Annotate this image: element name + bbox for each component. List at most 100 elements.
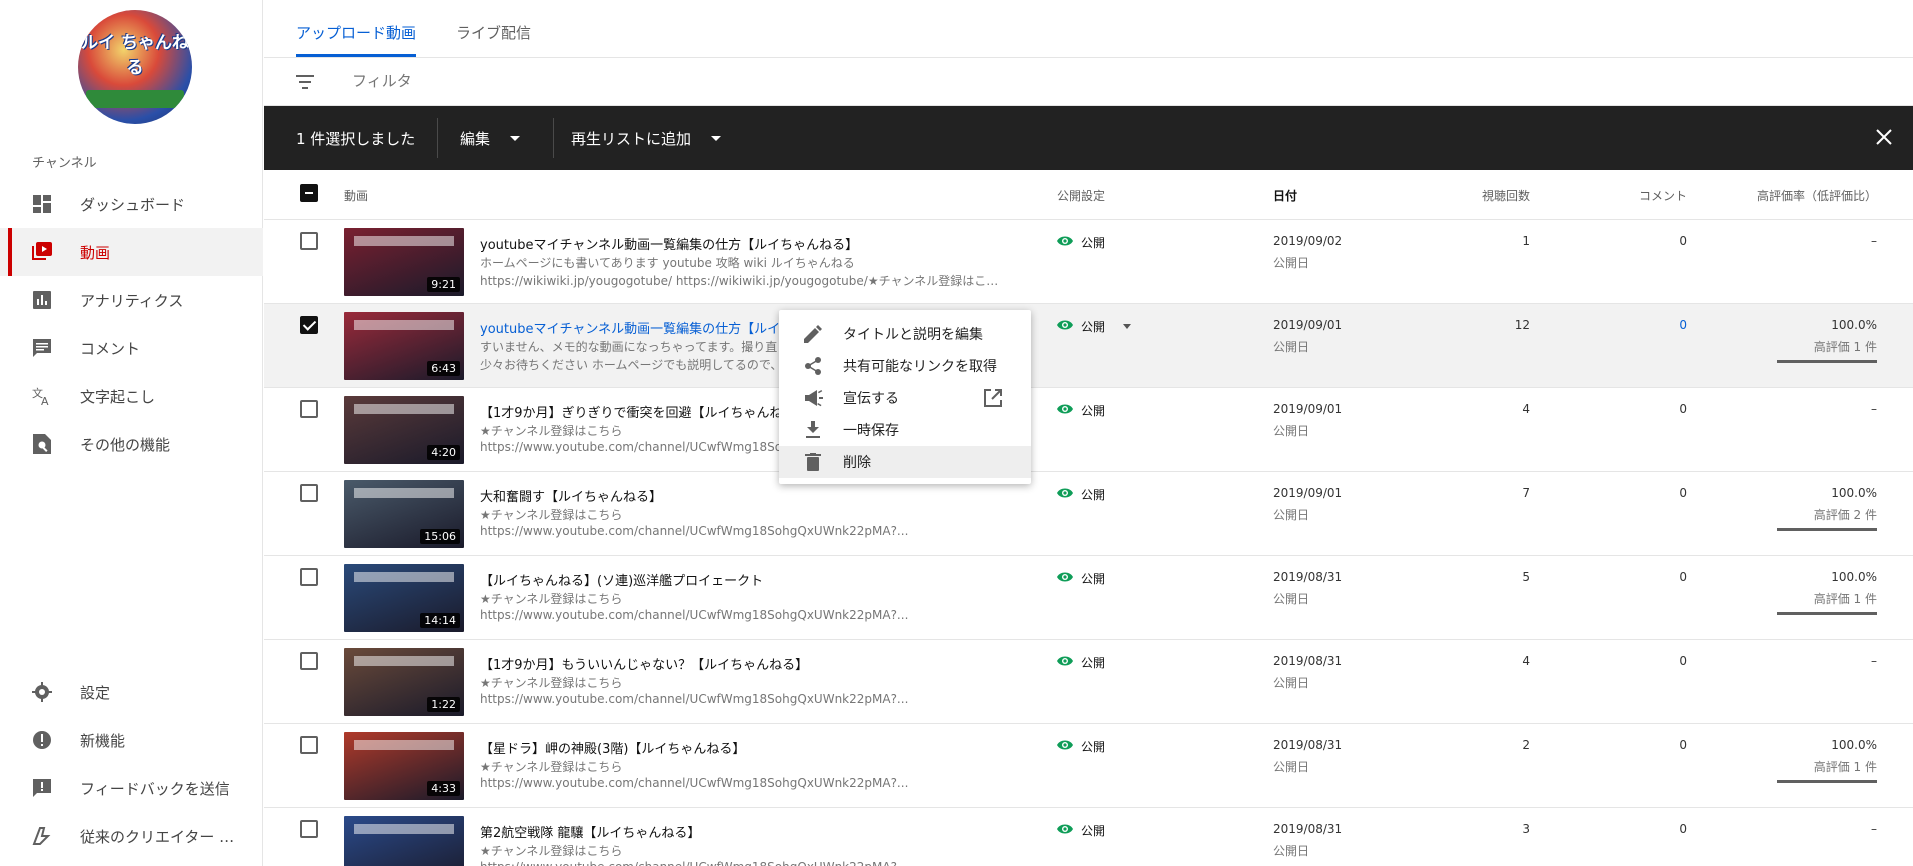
view-count: 1 — [1522, 234, 1530, 248]
menu-items: タイトルと説明を編集 共有可能なリンクを取得 宣伝する 一時保存 削除 — [779, 318, 1031, 478]
sidebar-item-2[interactable]: アナリティクス — [0, 276, 263, 324]
sidebar-bottom-item-3[interactable]: 従来のクリエイター … — [0, 812, 263, 860]
menu-item-2[interactable]: 宣伝する — [779, 382, 1031, 414]
share-icon — [803, 357, 823, 375]
video-title[interactable]: 【1才9か月】ぎりぎりで衝突を回避【ルイちゃんね — [480, 402, 783, 421]
select-all-checkbox[interactable] — [300, 184, 318, 202]
like-ratio-bar-fill — [1777, 780, 1877, 783]
video-thumbnail[interactable]: 15:06 — [344, 480, 464, 548]
table-row[interactable]: 15:06 大和奮闘す【ルイちゃんねる】 ★チャンネル登録はこちら https://w… — [264, 472, 1913, 556]
table-row[interactable]: 4:20 【1才9か月】ぎりぎりで衝突を回避【ルイちゃんね ★チャンネル登録はこちら… — [264, 388, 1913, 472]
table-row[interactable]: 1:22 【1才9か月】もういいんじゃない？【ルイちゃんねる】 ★チャンネル登録はこ… — [264, 640, 1913, 724]
video-thumbnail[interactable] — [344, 816, 464, 866]
video-thumbnail[interactable]: 4:20 — [344, 396, 464, 464]
sidebar-item-4[interactable]: 文 A 文字起こし — [0, 372, 263, 420]
close-icon[interactable] — [1875, 128, 1893, 150]
row-checkbox[interactable] — [300, 316, 318, 334]
table-row[interactable]: 14:14 【ルイちゃんねる】(ソ連)巡洋艦プロイェークト ★チャンネル登録はこちら… — [264, 556, 1913, 640]
sidebar-section-label: チャンネル — [32, 156, 97, 171]
edit-dropdown[interactable]: 編集 — [460, 128, 521, 149]
sidebar-bottom-item-0[interactable]: 設定 — [0, 668, 263, 716]
video-title[interactable]: 【ルイちゃんねる】(ソ連)巡洋艦プロイェークト — [480, 570, 763, 589]
row-checkbox[interactable] — [300, 820, 318, 838]
comment-count: 0 — [1679, 486, 1687, 500]
sidebar-bottom-item-1[interactable]: 新機能 — [0, 716, 263, 764]
visibility-setting[interactable]: 公開 — [1057, 402, 1105, 419]
video-description: ★チャンネル登録はこちら — [480, 760, 623, 774]
sidebar-item-1[interactable]: 動画 — [0, 228, 263, 276]
video-thumbnail[interactable]: 1:22 — [344, 648, 464, 716]
filter-input[interactable] — [352, 72, 652, 90]
more-features-icon — [32, 434, 52, 454]
video-title[interactable]: 【1才9か月】もういいんじゃない？【ルイちゃんねる】 — [480, 654, 808, 673]
row-checkbox[interactable] — [300, 484, 318, 502]
video-title[interactable]: 【星ドラ】岬の神殿(3階)【ルイちゃんねる】 — [480, 738, 745, 757]
table-row[interactable]: 第2航空戦隊 龍驤【ルイちゃんねる】 ★チャンネル登録はこちら https://ww… — [264, 808, 1913, 866]
trash-icon — [803, 453, 823, 471]
table-row[interactable]: 4:33 【星ドラ】岬の神殿(3階)【ルイちゃんねる】 ★チャンネル登録はこちら ht… — [264, 724, 1913, 808]
row-checkbox[interactable] — [300, 652, 318, 670]
sidebar-bottom-item-2[interactable]: フィードバックを送信 — [0, 764, 263, 812]
visibility-setting[interactable]: 公開 — [1057, 822, 1105, 839]
view-count: 4 — [1522, 402, 1530, 416]
video-duration: 1:22 — [427, 697, 460, 712]
video-thumbnail[interactable]: 4:33 — [344, 732, 464, 800]
menu-item-4[interactable]: 削除 — [779, 446, 1031, 478]
eye-icon — [1057, 403, 1073, 418]
table-row[interactable]: 6:43 youtubeマイチャンネル動画一覧編集の仕方【ルイち すいません、メモ的… — [264, 304, 1913, 388]
external-link-icon[interactable] — [983, 388, 1003, 412]
row-checkbox[interactable] — [300, 232, 318, 250]
tab-live[interactable]: ライブ配信 — [456, 22, 531, 43]
comment-icon — [32, 338, 52, 358]
menu-item-3[interactable]: 一時保存 — [779, 414, 1031, 446]
video-duration: 14:14 — [420, 613, 460, 628]
selection-count: 1 件選択しました — [296, 130, 416, 148]
visibility-setting[interactable]: 公開 — [1057, 738, 1105, 755]
add-to-playlist-dropdown[interactable]: 再生リストに追加 — [571, 128, 722, 149]
video-thumbnail[interactable]: 14:14 — [344, 564, 464, 632]
visibility-label: 公開 — [1081, 404, 1106, 418]
filter-icon[interactable] — [296, 74, 314, 93]
visibility-setting[interactable]: 公開 — [1057, 318, 1132, 335]
video-description-line2: https://www.youtube.com/channel/UCwfWmg1… — [480, 860, 908, 866]
video-title[interactable]: 大和奮闘す【ルイちゃんねる】 — [480, 486, 662, 505]
channel-avatar[interactable]: ルイ ちゃんねる — [78, 10, 192, 124]
selection-action-bar: 1 件選択しました 編集 再生リストに追加 — [264, 106, 1913, 170]
like-count: 高評価 1 件 — [1813, 760, 1877, 774]
video-thumbnail[interactable]: 9:21 — [344, 228, 464, 296]
video-options-menu: タイトルと説明を編集 共有可能なリンクを取得 宣伝する 一時保存 削除 — [779, 310, 1031, 484]
visibility-label: 公開 — [1081, 236, 1106, 250]
divider — [437, 118, 438, 158]
sidebar-item-label: コメント — [80, 339, 141, 358]
video-duration: 15:06 — [420, 529, 460, 544]
sidebar-item-5[interactable]: その他の機能 — [0, 420, 263, 468]
visibility-setting[interactable]: 公開 — [1057, 654, 1105, 671]
publish-date-label: 公開日 — [1273, 676, 1310, 690]
avatar-banner — [86, 90, 184, 108]
tab-uploads[interactable]: アップロード動画 — [296, 22, 416, 43]
view-count: 4 — [1522, 654, 1530, 668]
menu-item-0[interactable]: タイトルと説明を編集 — [779, 318, 1031, 350]
header-date[interactable]: 日付 — [1273, 187, 1297, 204]
row-checkbox[interactable] — [300, 568, 318, 586]
video-title[interactable]: 第2航空戦隊 龍驤【ルイちゃんねる】 — [480, 822, 700, 841]
table-row[interactable]: 9:21 youtubeマイチャンネル動画一覧編集の仕方【ルイちゃんねる】 ホームペ… — [264, 220, 1913, 304]
video-thumbnail[interactable]: 6:43 — [344, 312, 464, 380]
video-title[interactable]: youtubeマイチャンネル動画一覧編集の仕方【ルイちゃんねる】 — [480, 234, 858, 253]
visibility-setting[interactable]: 公開 — [1057, 486, 1105, 503]
sidebar-item-3[interactable]: コメント — [0, 324, 263, 372]
video-title[interactable]: youtubeマイチャンネル動画一覧編集の仕方【ルイち — [480, 318, 793, 337]
like-ratio-bar-fill — [1777, 528, 1877, 531]
visibility-setting[interactable]: 公開 — [1057, 234, 1105, 251]
sidebar-item-0[interactable]: ダッシュボード — [0, 180, 263, 228]
sidebar-item-label: ダッシュボード — [80, 195, 186, 214]
visibility-setting[interactable]: 公開 — [1057, 570, 1105, 587]
row-checkbox[interactable] — [300, 400, 318, 418]
like-ratio: 100.0% — [1831, 570, 1877, 584]
row-checkbox[interactable] — [300, 736, 318, 754]
menu-item-1[interactable]: 共有可能なリンクを取得 — [779, 350, 1031, 382]
video-description: ★チャンネル登録はこちら — [480, 508, 623, 522]
thumbnail-caption-band — [354, 740, 454, 750]
publish-date-label: 公開日 — [1273, 424, 1310, 438]
comment-count[interactable]: 0 — [1679, 318, 1687, 332]
